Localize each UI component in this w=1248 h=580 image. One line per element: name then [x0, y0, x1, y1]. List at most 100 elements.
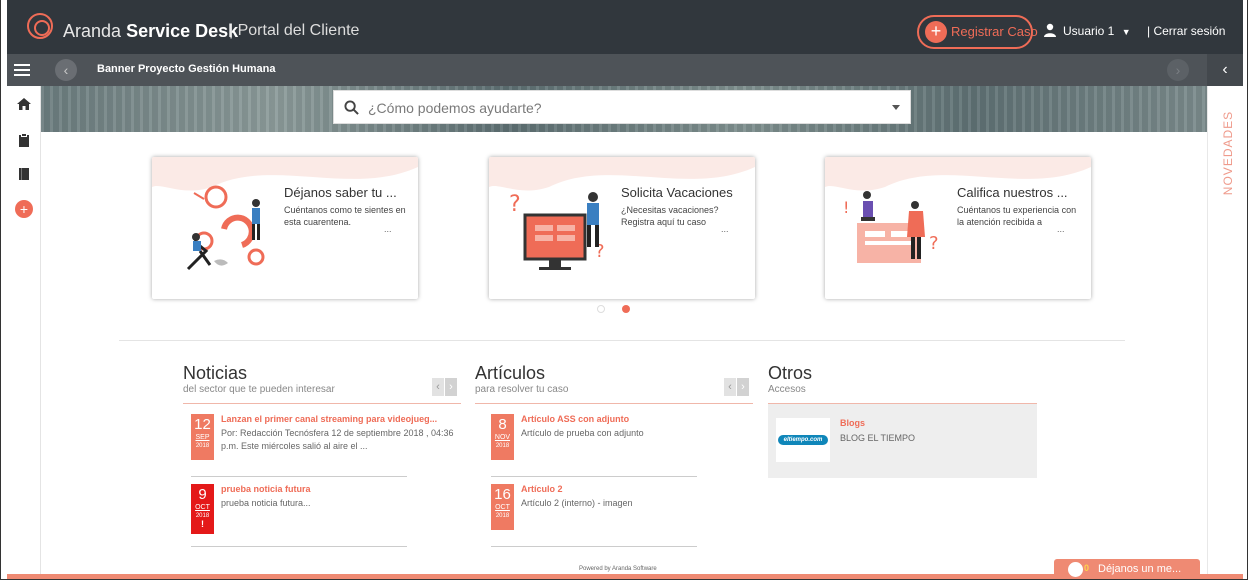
chat-bubble-icon: [1068, 562, 1083, 577]
card-more: ...: [721, 224, 729, 234]
news-next-icon[interactable]: ›: [445, 378, 457, 396]
news-prev-icon[interactable]: ‹: [432, 378, 444, 396]
news-underline: [183, 403, 461, 404]
blog-title[interactable]: Blogs: [840, 418, 865, 428]
banner-prev-button[interactable]: ‹: [55, 59, 77, 81]
svg-text:?: ?: [509, 192, 521, 217]
chat-badge: 0: [1084, 563, 1090, 573]
user-menu[interactable]: Usuario 1 ▼: [1043, 23, 1131, 40]
brand-bold: Service Desk: [126, 21, 239, 41]
date-day: 8: [498, 416, 507, 433]
eltiempo-logo: eltiempo.com: [776, 418, 830, 462]
card-title: Califica nuestros ...: [957, 185, 1068, 200]
monitor-person-illustration-icon: ? ?: [509, 192, 605, 270]
article-item-desc: Artículo 2 (interno) - imagen: [521, 498, 633, 508]
hamburger-menu-icon[interactable]: [7, 54, 37, 86]
user-icon: [1044, 23, 1056, 37]
date-year: 2018: [195, 443, 210, 449]
date-day: 9: [198, 486, 207, 503]
brand-name: Aranda Service Desk: [63, 20, 238, 42]
carousel-dot-2-active[interactable]: [622, 305, 630, 313]
date-month: OCT: [195, 504, 210, 511]
banner-next-button[interactable]: ›: [1167, 59, 1189, 81]
clipboard-icon[interactable]: [16, 132, 32, 148]
register-case-button[interactable]: + Registrar Caso: [917, 15, 1038, 49]
banner-nav-bar: ‹ Banner Proyecto Gestión Humana › ‹: [7, 54, 1243, 86]
news-item-title[interactable]: Lanzan el primer canal streaming para vi…: [221, 414, 437, 424]
portal-label: | Portal del Cliente: [229, 22, 360, 39]
date-year: 2018: [495, 443, 510, 449]
news-subtitle: del sector que te pueden interesar: [183, 384, 335, 395]
others-title: Otros: [768, 363, 813, 383]
item-separator: [491, 476, 697, 477]
date-month: OCT: [495, 504, 510, 511]
blog-link-card[interactable]: eltiempo.com Blogs BLOG EL TIEMPO: [768, 404, 1037, 478]
search-icon: [344, 100, 359, 115]
article-item-title[interactable]: Artículo ASS con adjunto: [521, 414, 629, 424]
novedades-label: NOVEDADES: [1221, 110, 1235, 196]
articles-subtitle: para resolver tu caso: [475, 384, 569, 395]
news-item[interactable]: 9 OCT 2018 ! prueba noticia futura prueb…: [191, 484, 461, 554]
card-more: ...: [384, 224, 392, 234]
card-more: ...: [1057, 224, 1065, 234]
rating-people-illustration-icon: ! ?: [843, 191, 939, 263]
banner-title: Banner Proyecto Gestión Humana: [97, 63, 276, 75]
collapse-panel-chevron-icon[interactable]: ‹: [1207, 54, 1243, 86]
date-badge: 16 OCT 2018: [491, 484, 514, 530]
plus-icon: +: [925, 21, 947, 43]
article-item-title[interactable]: Artículo 2: [521, 484, 563, 494]
news-item-desc: Por: Redacción Tecnósfera 12 de septiemb…: [221, 428, 454, 451]
alert-icon: !: [201, 519, 204, 529]
card-title: Solicita Vacaciones: [621, 185, 733, 200]
news-item-desc: prueba noticia futura...: [221, 498, 311, 508]
search-box[interactable]: [333, 90, 911, 124]
news-pager: ‹ ›: [432, 377, 458, 396]
search-dropdown-caret-icon[interactable]: [892, 105, 900, 110]
news-item-title[interactable]: prueba noticia futura: [221, 484, 311, 494]
article-item[interactable]: 16 OCT 2018 Artículo 2 Artículo 2 (inter…: [491, 484, 751, 554]
register-case-label: Registrar Caso: [951, 24, 1038, 39]
logout-link[interactable]: | Cerrar sesión: [1147, 23, 1225, 39]
item-separator: [191, 476, 407, 477]
aranda-logo-icon[interactable]: [27, 13, 53, 39]
chat-widget-button[interactable]: 0 Déjanos un me...: [1054, 559, 1200, 579]
articles-pager: ‹ ›: [724, 377, 750, 396]
date-month: SEP: [195, 434, 210, 441]
svg-text:!: !: [843, 198, 849, 217]
top-header: Aranda Service Desk | Portal del Cliente…: [7, 0, 1243, 54]
article-item[interactable]: 8 NOV 2018 Artículo ASS con adjunto Artí…: [491, 414, 751, 484]
eltiempo-logo-text: eltiempo.com: [778, 435, 828, 445]
date-badge: 12 SEP 2018: [191, 414, 214, 460]
carousel-card-rating[interactable]: ! ? Califica nuestros ... Cuéntanos tu e…: [825, 157, 1091, 299]
date-year: 2018: [495, 513, 510, 519]
date-day: 16: [494, 486, 511, 503]
home-icon[interactable]: [16, 96, 32, 112]
blog-desc: BLOG EL TIEMPO: [840, 433, 916, 443]
others-subtitle: Accesos: [768, 384, 806, 395]
app-frame: Aranda Service Desk | Portal del Cliente…: [0, 0, 1248, 580]
date-day: 12: [194, 416, 211, 433]
brand-light: Aranda: [63, 21, 122, 41]
articles-underline: [475, 403, 753, 404]
search-input[interactable]: [368, 97, 868, 119]
book-icon[interactable]: [16, 166, 32, 182]
news-item[interactable]: 12 SEP 2018 Lanzan el primer canal strea…: [191, 414, 461, 484]
novedades-panel[interactable]: NOVEDADES: [1207, 86, 1243, 579]
svg-text:?: ?: [929, 233, 939, 254]
chat-label: Déjanos un me...: [1098, 563, 1182, 575]
gears-people-illustration-icon: [186, 185, 265, 271]
add-circle-icon[interactable]: +: [15, 200, 33, 218]
section-divider: [119, 340, 1125, 341]
carousel-card-feelings[interactable]: Déjanos saber tu ... Cuéntanos como te s…: [152, 157, 418, 299]
articles-title: Artículos: [475, 363, 546, 383]
item-separator: [491, 546, 697, 547]
articles-next-icon[interactable]: ›: [737, 378, 749, 396]
article-item-desc: Artículo de prueba con adjunto: [521, 428, 644, 438]
date-month: NOV: [494, 434, 511, 441]
carousel-card-vacations[interactable]: ? ? Solicita Vacaciones ¿Necesitas vacac…: [489, 157, 755, 299]
articles-prev-icon[interactable]: ‹: [724, 378, 736, 396]
caret-down-icon: ▼: [1121, 27, 1131, 37]
carousel-dot-1[interactable]: [597, 305, 605, 313]
left-rail: +: [7, 86, 41, 579]
user-name: Usuario 1: [1063, 24, 1115, 38]
